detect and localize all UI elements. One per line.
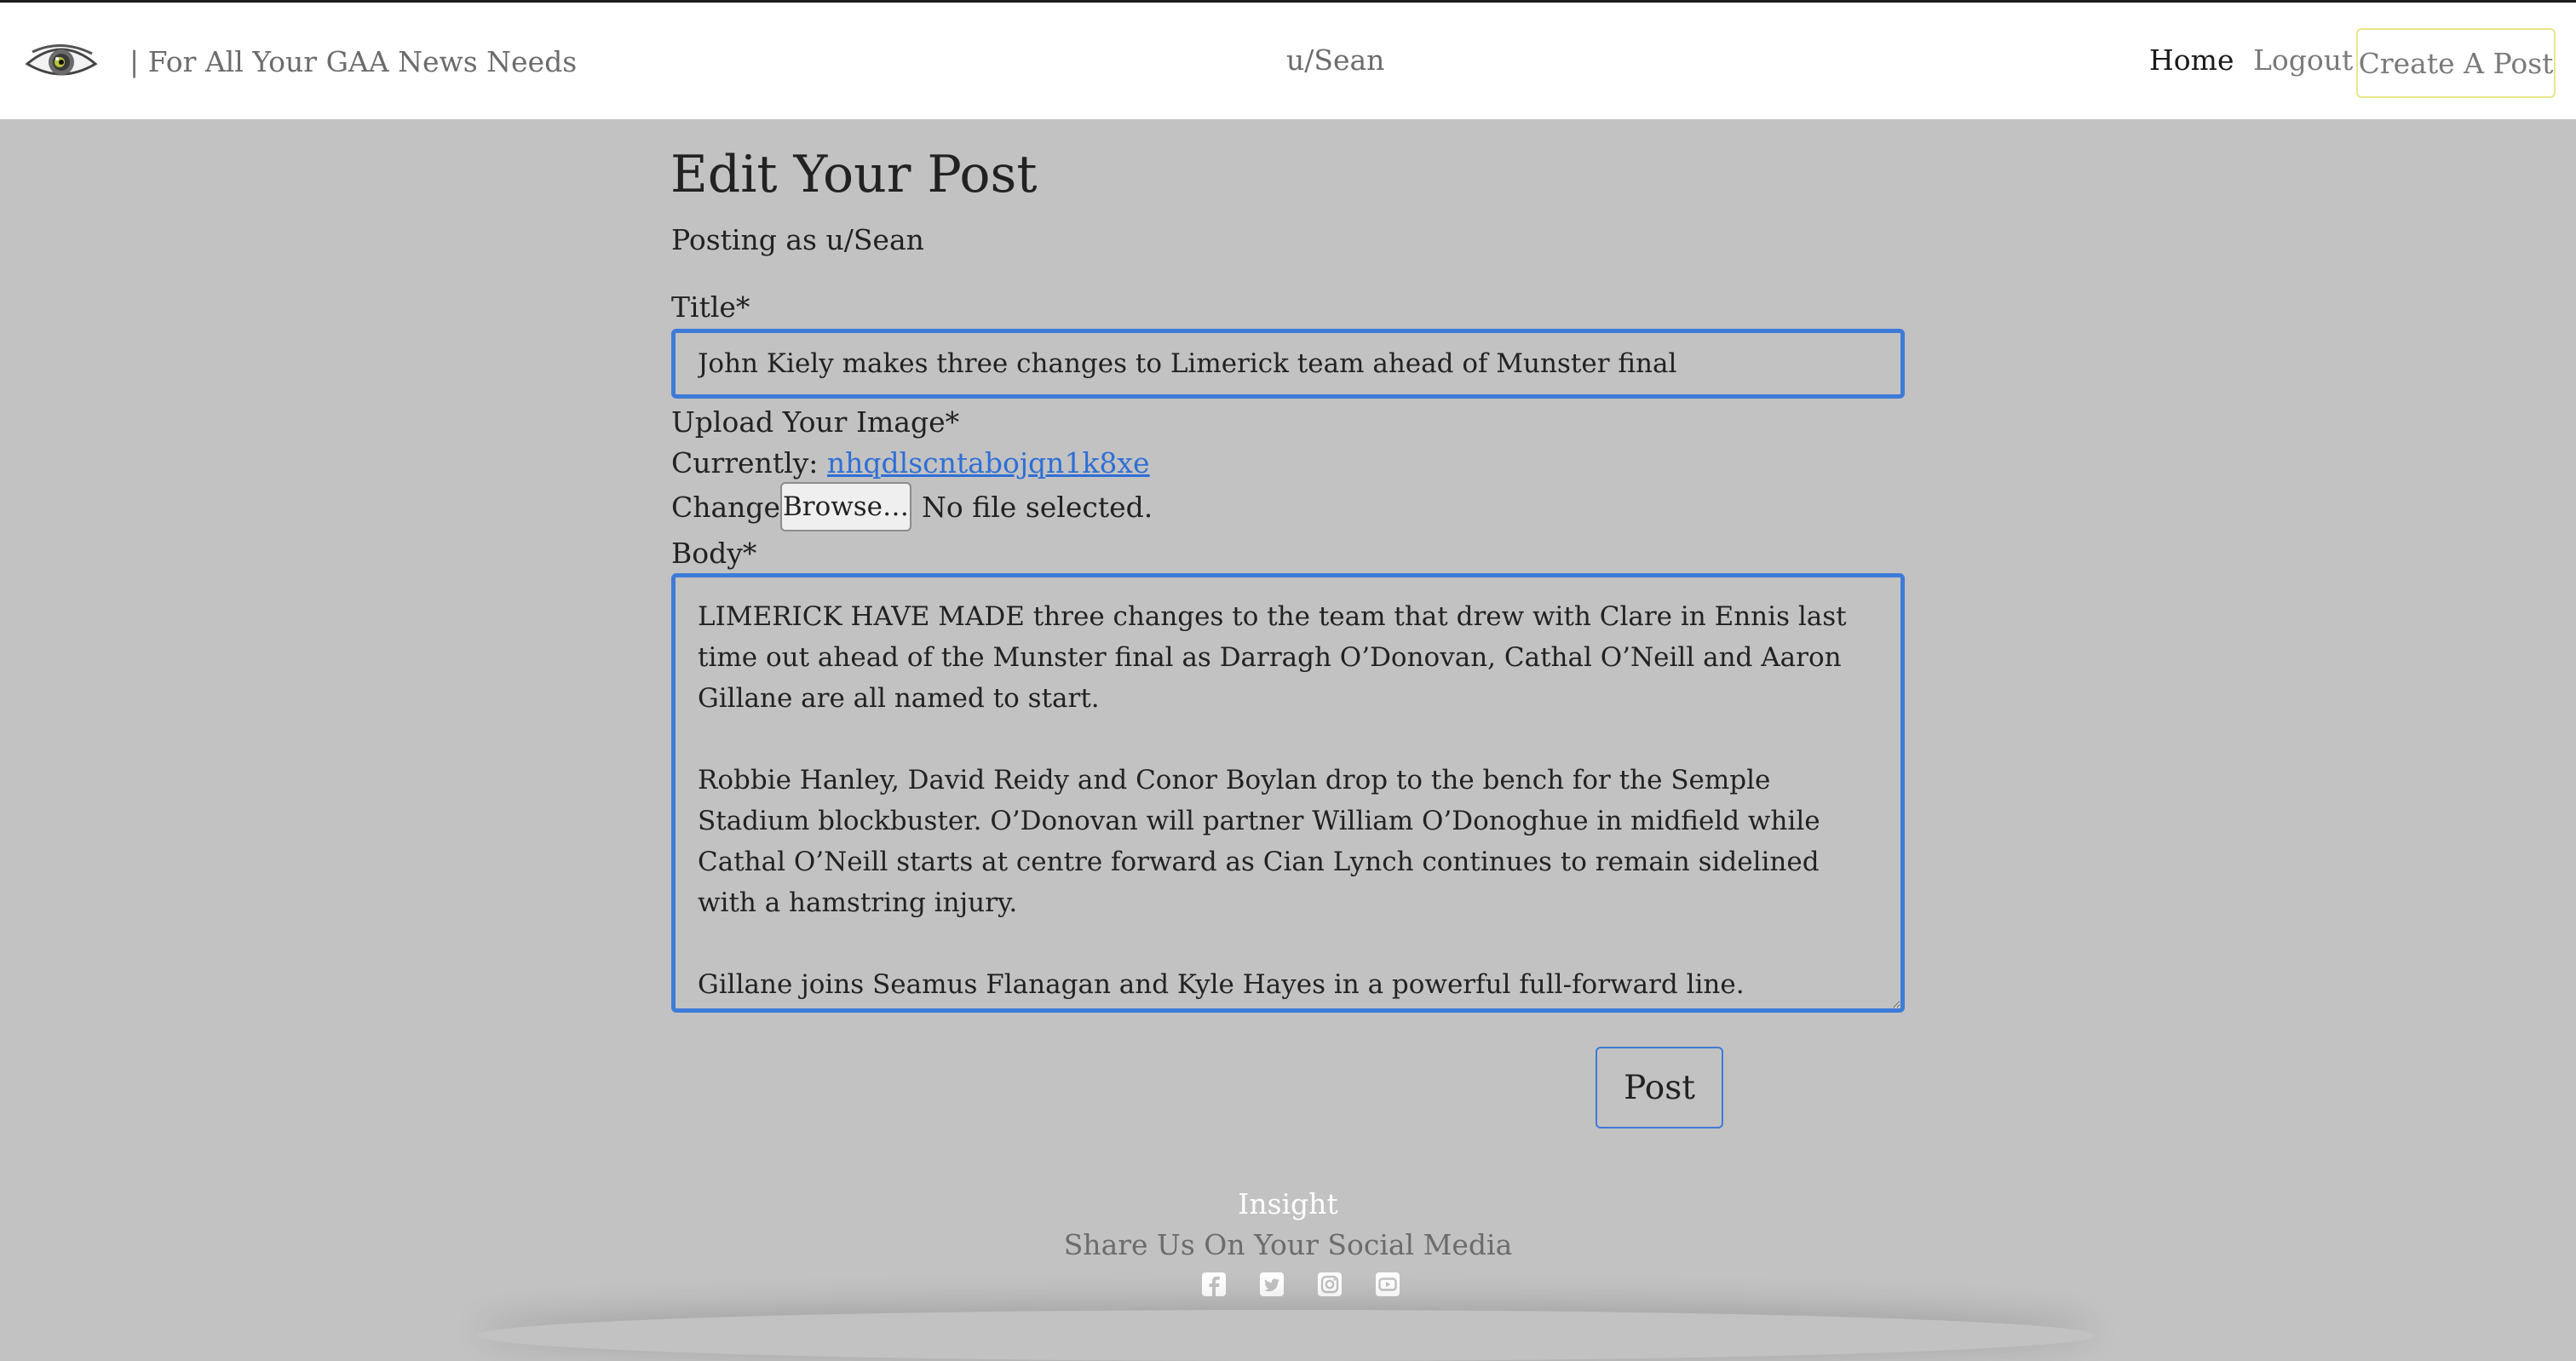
change-label: Change: <box>671 491 791 524</box>
instagram-icon[interactable] <box>1317 1272 1343 1297</box>
body-label: Body* <box>671 537 757 570</box>
social-icons-row <box>1201 1272 1400 1301</box>
current-username: u/Sean <box>1286 43 1385 77</box>
current-image-row: Currently: nhqdlscntabojqn1k8xe <box>671 446 1150 480</box>
post-submit-button[interactable]: Post <box>1596 1047 1723 1128</box>
current-image-link[interactable]: nhqdlscntabojqn1k8xe <box>827 446 1150 480</box>
title-input[interactable] <box>671 329 1905 399</box>
currently-label: Currently: <box>671 446 819 480</box>
eye-logo-icon[interactable] <box>24 40 99 84</box>
footer-brand: Insight <box>1238 1187 1338 1220</box>
facebook-icon[interactable] <box>1201 1272 1227 1297</box>
posting-as-text: Posting as u/Sean <box>671 223 924 256</box>
page-title: Edit Your Post <box>670 145 1038 204</box>
twitter-icon[interactable] <box>1259 1272 1285 1297</box>
site-tagline: | For All Your GAA News Needs <box>129 45 578 78</box>
browse-file-button[interactable]: Browse… <box>780 482 911 531</box>
youtube-icon[interactable] <box>1375 1272 1400 1297</box>
top-navbar: | For All Your GAA News Needs u/Sean Hom… <box>0 0 2576 119</box>
title-label: Title* <box>671 290 750 324</box>
nav-logout-link[interactable]: Logout <box>2253 43 2353 77</box>
footer-share-text: Share Us On Your Social Media <box>1063 1228 1513 1261</box>
image-upload-label: Upload Your Image* <box>671 405 960 439</box>
create-post-button[interactable]: Create A Post <box>2356 28 2556 98</box>
body-textarea[interactable]: LIMERICK HAVE MADE three changes to the … <box>671 573 1905 1013</box>
footer-shadow <box>477 1310 2096 1361</box>
no-file-selected-text: No file selected. <box>922 491 1153 524</box>
nav-home-link[interactable]: Home <box>2149 43 2234 77</box>
